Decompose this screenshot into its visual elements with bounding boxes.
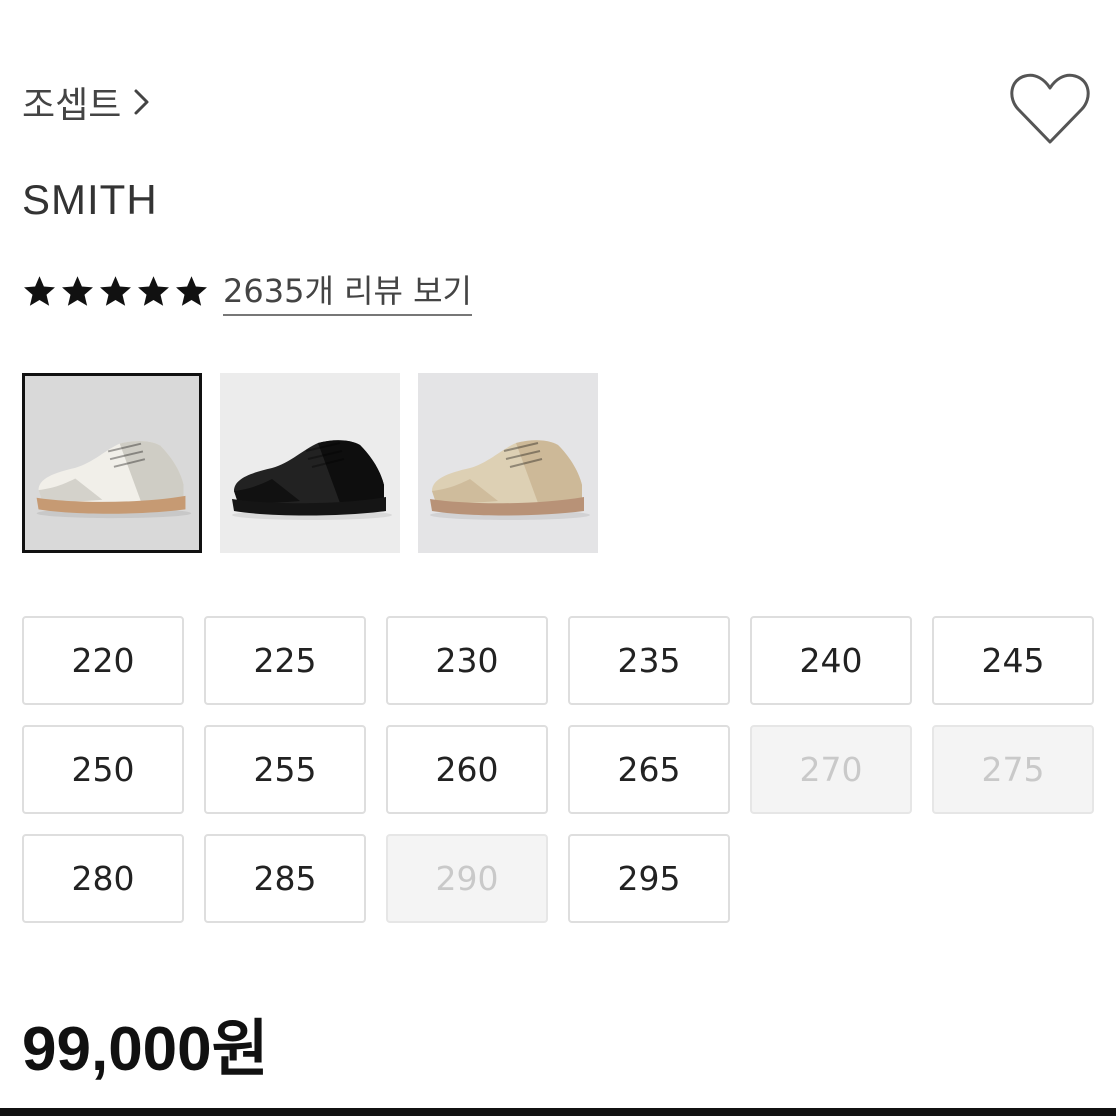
size-button-255[interactable]: 255 [204,725,366,814]
price: 99,000원 [22,1015,269,1084]
rating-row: 2635개 리뷰 보기 [22,266,472,316]
size-button-280[interactable]: 280 [22,834,184,923]
color-thumb-beige-sneaker[interactable] [418,373,598,553]
color-options [22,373,598,553]
size-button-265[interactable]: 265 [568,725,730,814]
sneaker-image [418,373,598,553]
star-icon [62,275,93,306]
product-name: SMITH [22,176,158,223]
heart-outline-icon[interactable] [1008,68,1092,148]
size-button-230[interactable]: 230 [386,616,548,705]
star-icon [138,275,169,306]
size-button-245[interactable]: 245 [932,616,1094,705]
review-link[interactable]: 2635개 리뷰 보기 [223,266,472,316]
size-button-275: 275 [932,725,1094,814]
size-button-220[interactable]: 220 [22,616,184,705]
product-detail-page: 조셉트 SMITH 2635개 리뷰 보기 220 225 230 235 240 245… [0,0,1116,1116]
size-button-235[interactable]: 235 [568,616,730,705]
bottom-bar [0,1108,1116,1116]
size-button-240[interactable]: 240 [750,616,912,705]
size-button-295[interactable]: 295 [568,834,730,923]
color-thumb-white-sneaker[interactable] [22,373,202,553]
star-rating [22,274,209,309]
size-options: 220 225 230 235 240 245 250 255 260 265 270 275 280 2… [22,616,1094,923]
size-button-285[interactable]: 285 [204,834,366,923]
star-icon [24,275,55,306]
size-button-260[interactable]: 260 [386,725,548,814]
size-button-290: 290 [386,834,548,923]
sneaker-image [25,376,199,550]
size-button-225[interactable]: 225 [204,616,366,705]
star-icon [100,275,131,306]
brand-link[interactable]: 조셉트 [22,76,151,128]
size-button-270: 270 [750,725,912,814]
size-button-250[interactable]: 250 [22,725,184,814]
brand-name: 조셉트 [22,85,122,126]
color-thumb-black-sneaker[interactable] [220,373,400,553]
chevron-right-icon [134,89,149,115]
sneaker-image [220,373,400,553]
star-icon [176,275,207,306]
